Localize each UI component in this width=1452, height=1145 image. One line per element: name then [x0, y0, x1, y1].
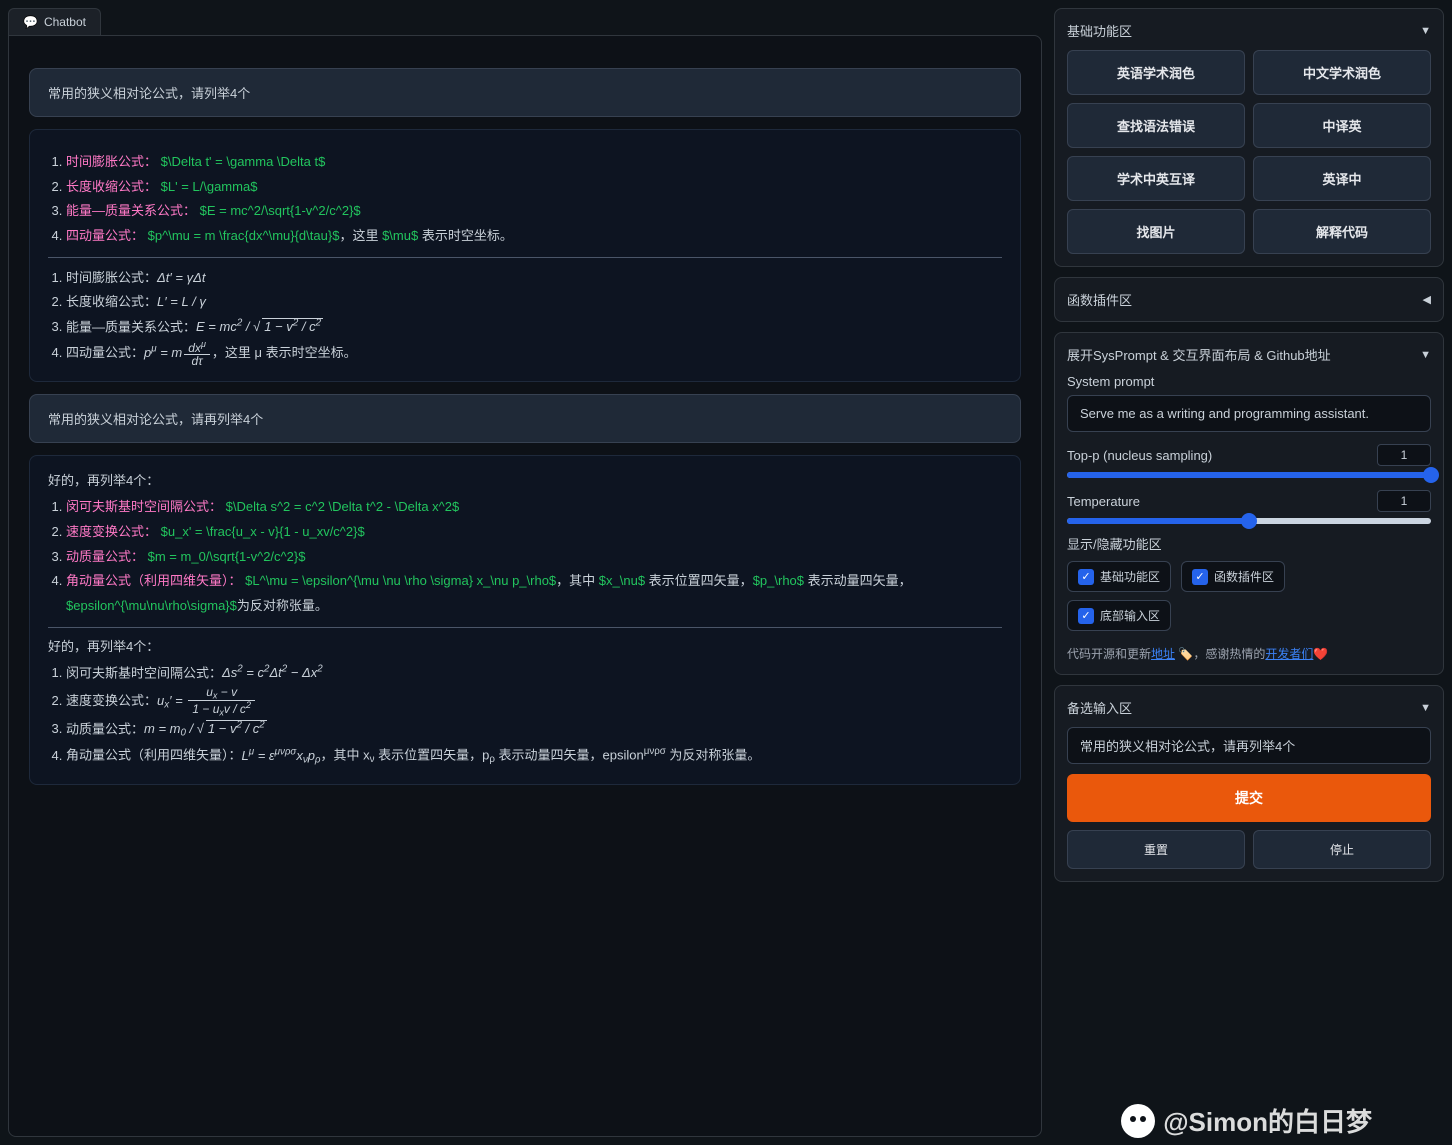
credits-link-repo[interactable]: 地址	[1151, 647, 1175, 661]
temp-value[interactable]: 1	[1377, 490, 1431, 512]
fn-btn-en-polish[interactable]: 英语学术润色	[1067, 50, 1245, 95]
fn-btn-zh-polish[interactable]: 中文学术润色	[1253, 50, 1431, 95]
user-message: 常用的狭义相对论公式，请列举4个	[29, 68, 1021, 117]
chevron-down-icon[interactable]: ▼	[1420, 349, 1431, 361]
alt-input-panel: 备选输入区 ▼ 提交 重置 停止	[1054, 685, 1444, 882]
reset-button[interactable]: 重置	[1067, 830, 1245, 869]
check-icon: ✓	[1192, 569, 1208, 585]
system-prompt-label: System prompt	[1067, 374, 1431, 389]
check-plugins[interactable]: ✓函数插件区	[1181, 561, 1285, 592]
temp-slider[interactable]	[1067, 518, 1431, 524]
submit-button[interactable]: 提交	[1067, 774, 1431, 822]
topp-slider[interactable]	[1067, 472, 1431, 478]
weibo-logo-icon	[1121, 1104, 1155, 1138]
fn-btn-academic-trans[interactable]: 学术中英互译	[1067, 156, 1245, 201]
fn-btn-en2zh[interactable]: 英译中	[1253, 156, 1431, 201]
expand-panel: 展开SysPrompt & 交互界面布局 & Github地址 ▼ System…	[1054, 332, 1444, 675]
topp-value[interactable]: 1	[1377, 444, 1431, 466]
bot-message: 好的，再列举4个： 闵可夫斯基时空间隔公式： $\Delta s^2 = c^2…	[29, 455, 1021, 785]
tab-chatbot[interactable]: 💬 Chatbot	[8, 8, 101, 35]
basic-panel: 基础功能区 ▼ 英语学术润色 中文学术润色 查找语法错误 中译英 学术中英互译 …	[1054, 8, 1444, 267]
check-icon: ✓	[1078, 569, 1094, 585]
fn-btn-zh2en[interactable]: 中译英	[1253, 103, 1431, 148]
chevron-down-icon[interactable]: ▼	[1420, 25, 1431, 37]
bot-message: 时间膨胀公式： $\Delta t' = \gamma \Delta t$ 长度…	[29, 129, 1021, 382]
stop-button[interactable]: 停止	[1253, 830, 1431, 869]
chat-icon: 💬	[23, 15, 38, 29]
credits-link-devs[interactable]: 开发者们	[1265, 647, 1313, 661]
chat-area: 常用的狭义相对论公式，请列举4个 时间膨胀公式： $\Delta t' = \g…	[8, 35, 1042, 1137]
chevron-down-icon[interactable]: ▼	[1420, 702, 1431, 714]
check-bottom[interactable]: ✓底部输入区	[1067, 600, 1171, 631]
plugins-panel: 函数插件区 ◀	[1054, 277, 1444, 322]
show-hide-label: 显示/隐藏功能区	[1067, 534, 1431, 553]
user-message: 常用的狭义相对论公式，请再列举4个	[29, 394, 1021, 443]
panel-title: 备选输入区	[1067, 698, 1132, 717]
fn-btn-grammar[interactable]: 查找语法错误	[1067, 103, 1245, 148]
watermark: @Simon的白日梦	[1121, 1102, 1372, 1139]
fn-btn-find-image[interactable]: 找图片	[1067, 209, 1245, 254]
check-basic[interactable]: ✓基础功能区	[1067, 561, 1171, 592]
temp-label: Temperature	[1067, 494, 1367, 509]
alt-input[interactable]	[1067, 727, 1431, 764]
credits-text: 代码开源和更新地址 🏷️，感谢热情的开发者们❤️	[1067, 645, 1431, 662]
check-icon: ✓	[1078, 608, 1094, 624]
system-prompt-input[interactable]	[1067, 395, 1431, 432]
topp-label: Top-p (nucleus sampling)	[1067, 448, 1367, 463]
fn-btn-explain-code[interactable]: 解释代码	[1253, 209, 1431, 254]
chevron-left-icon[interactable]: ◀	[1423, 293, 1431, 306]
panel-title: 基础功能区	[1067, 21, 1132, 40]
tab-label: Chatbot	[44, 15, 86, 29]
panel-title: 函数插件区	[1067, 290, 1132, 309]
panel-title: 展开SysPrompt & 交互界面布局 & Github地址	[1067, 345, 1331, 364]
